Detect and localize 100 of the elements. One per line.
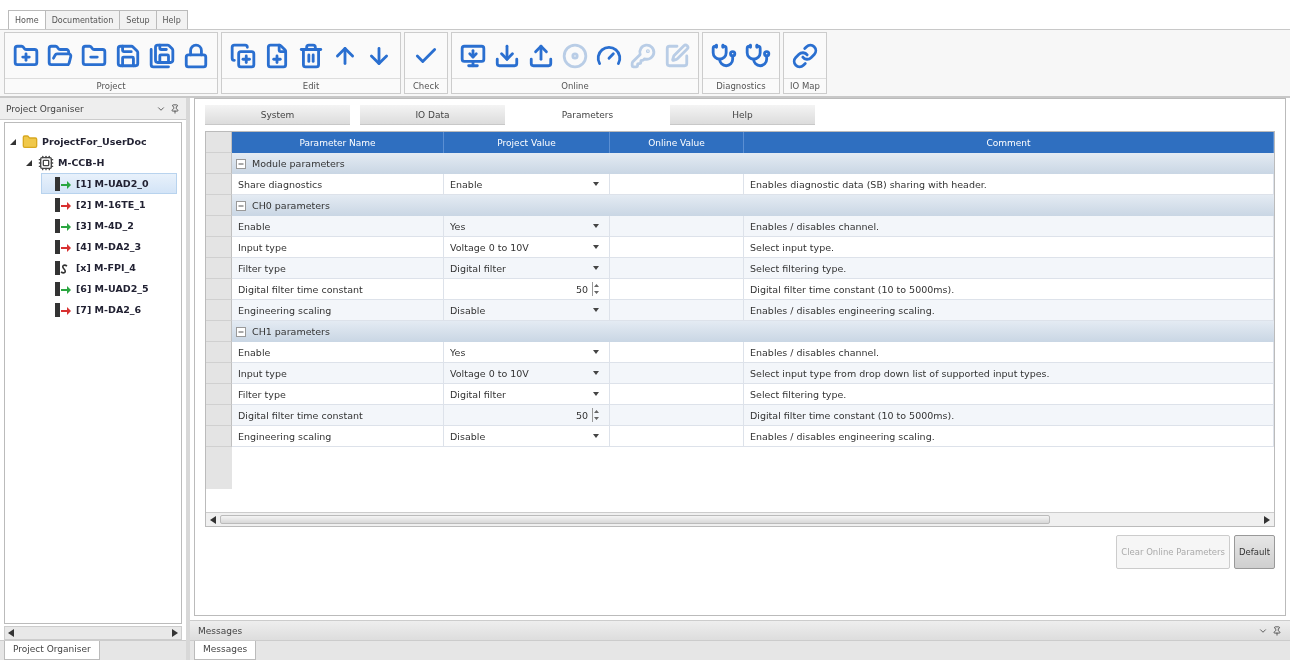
dropdown-arrow-icon bbox=[593, 371, 599, 375]
field-value: Digital filter bbox=[450, 388, 506, 400]
disc-icon bbox=[562, 42, 588, 69]
editor-tab[interactable]: System bbox=[205, 105, 350, 125]
table-cell: Enables diagnostic data (SB) sharing with header. bbox=[744, 174, 1274, 195]
expanded-arrow-icon[interactable] bbox=[10, 138, 16, 145]
field-value: Voltage 0 to 10V bbox=[450, 241, 529, 253]
dropdown-arrow-icon bbox=[593, 308, 599, 312]
table-cell: Enable bbox=[232, 216, 444, 237]
table-cell: Digital filter time constant (10 to 5000ms). bbox=[744, 405, 1274, 426]
ribbon-tab[interactable]: Setup bbox=[119, 10, 157, 29]
save-all-icon bbox=[149, 42, 175, 69]
expanded-arrow-icon[interactable] bbox=[26, 159, 32, 166]
tree-item[interactable]: [x] M-FPI_4 bbox=[41, 257, 177, 278]
panel-title: Project Organiser bbox=[6, 103, 84, 114]
table-cell: Digital filter time constant bbox=[232, 405, 444, 426]
upload-icon bbox=[528, 42, 554, 69]
dropdown-field[interactable]: Voltage 0 to 10V bbox=[444, 363, 610, 384]
scrollbar[interactable] bbox=[4, 626, 182, 640]
field-value: Voltage 0 to 10V bbox=[450, 367, 529, 379]
collapse-icon[interactable] bbox=[236, 326, 246, 337]
column-header[interactable]: Online Value bbox=[610, 132, 744, 153]
collapse-icon[interactable] bbox=[236, 200, 246, 211]
trash-icon bbox=[298, 42, 324, 69]
column-header[interactable]: Project Value bbox=[444, 132, 610, 153]
dropdown-field[interactable]: Yes bbox=[444, 216, 610, 237]
table-cell: Share diagnostics bbox=[232, 174, 444, 195]
pin-icon[interactable] bbox=[170, 103, 180, 114]
table-cell: Digital filter time constant (10 to 5000ms). bbox=[744, 279, 1274, 300]
stethoscope-icon bbox=[711, 42, 737, 69]
key-icon bbox=[630, 42, 656, 69]
tree-item[interactable]: [6] M-UAD2_5 bbox=[41, 278, 177, 299]
output-module-icon bbox=[54, 301, 72, 318]
module-icon bbox=[38, 154, 54, 171]
dropdown-field[interactable]: Disable bbox=[444, 426, 610, 447]
field-value: Yes bbox=[450, 346, 466, 358]
group-label: Diagnostics bbox=[703, 78, 779, 93]
ribbon-tab[interactable]: Documentation bbox=[44, 10, 121, 29]
dropdown-field[interactable]: Voltage 0 to 10V bbox=[444, 237, 610, 258]
tree-item[interactable]: [3] M-4D_2 bbox=[41, 215, 177, 236]
scroll-right-icon[interactable] bbox=[1264, 515, 1270, 524]
tree-item[interactable]: [1] M-UAD2_0 bbox=[41, 173, 177, 194]
column-header[interactable]: Comment bbox=[744, 132, 1274, 153]
group-title: Module parameters bbox=[252, 158, 345, 169]
editor-tab[interactable]: Help bbox=[670, 105, 815, 125]
table-cell: Enables / disables engineering scaling. bbox=[744, 426, 1274, 447]
scroll-right-icon[interactable] bbox=[172, 629, 178, 637]
field-value: Disable bbox=[450, 304, 486, 316]
input-module-icon bbox=[54, 175, 72, 192]
field-value: Yes bbox=[450, 220, 466, 232]
tree-item[interactable]: [7] M-DA2_6 bbox=[41, 299, 177, 320]
table-cell: Enables / disables engineering scaling. bbox=[744, 300, 1274, 321]
tree-item[interactable]: M-CCB-H bbox=[25, 152, 177, 173]
ribbon-tab[interactable]: Home bbox=[8, 10, 46, 29]
folder-icon bbox=[22, 133, 38, 150]
panel-tab[interactable]: Project Organiser bbox=[4, 641, 100, 660]
group-title: CH0 parameters bbox=[252, 200, 330, 211]
dropdown-field[interactable]: Yes bbox=[444, 342, 610, 363]
ribbon-tab[interactable]: Help bbox=[155, 10, 188, 29]
tree-item[interactable]: [2] M-16TE_1 bbox=[41, 194, 177, 215]
stethoscope-icon bbox=[745, 42, 771, 69]
column-header[interactable]: Parameter Name bbox=[232, 132, 444, 153]
lock-icon bbox=[183, 42, 209, 69]
table-cell: Enables / disables channel. bbox=[744, 342, 1274, 363]
field-value: Digital filter bbox=[450, 262, 506, 274]
editor-tab[interactable]: IO Data bbox=[360, 105, 505, 125]
scroll-left-icon[interactable] bbox=[8, 629, 14, 637]
default-button[interactable]: Default bbox=[1233, 535, 1275, 569]
number-field[interactable]: 50 bbox=[444, 279, 610, 300]
table-cell: Engineering scaling bbox=[232, 300, 444, 321]
table-cell: Digital filter time constant bbox=[232, 279, 444, 300]
pin-icon[interactable] bbox=[1272, 625, 1282, 636]
scroll-left-icon[interactable] bbox=[210, 515, 216, 524]
number-field[interactable]: 50 bbox=[444, 405, 610, 426]
scrollbar[interactable] bbox=[206, 512, 1274, 526]
tree-item[interactable]: [4] M-DA2_3 bbox=[41, 236, 177, 257]
dropdown-field[interactable]: Enable bbox=[444, 174, 610, 195]
dropdown-arrow-icon bbox=[593, 266, 599, 270]
group-label: Project bbox=[5, 78, 217, 93]
spinner-arrows-icon[interactable] bbox=[592, 408, 599, 422]
spinner-arrows-icon[interactable] bbox=[592, 282, 599, 296]
panel-tab[interactable]: Messages bbox=[194, 641, 257, 660]
group-label: Online bbox=[452, 78, 698, 93]
scrollbar-thumb[interactable] bbox=[220, 515, 1050, 524]
group-title: CH1 parameters bbox=[252, 326, 330, 337]
dropdown-field[interactable]: Digital filter bbox=[444, 384, 610, 405]
table-cell: Enable bbox=[232, 342, 444, 363]
dropdown-field[interactable]: Digital filter bbox=[444, 258, 610, 279]
dropdown-field[interactable]: Disable bbox=[444, 300, 610, 321]
open-folder-icon bbox=[47, 42, 73, 69]
dropdown-arrow-icon bbox=[593, 434, 599, 438]
output-module-icon bbox=[54, 238, 72, 255]
monitor-download-icon bbox=[460, 42, 486, 69]
table-cell: Filter type bbox=[232, 258, 444, 279]
tree-item[interactable]: ProjectFor_UserDoc bbox=[9, 131, 177, 152]
input-module-icon bbox=[54, 280, 72, 297]
table-cell: Select input type from drop down list of supported input types. bbox=[744, 363, 1274, 384]
table-cell: Input type bbox=[232, 363, 444, 384]
table-cell: Select filtering type. bbox=[744, 258, 1274, 279]
collapse-icon[interactable] bbox=[236, 158, 246, 169]
